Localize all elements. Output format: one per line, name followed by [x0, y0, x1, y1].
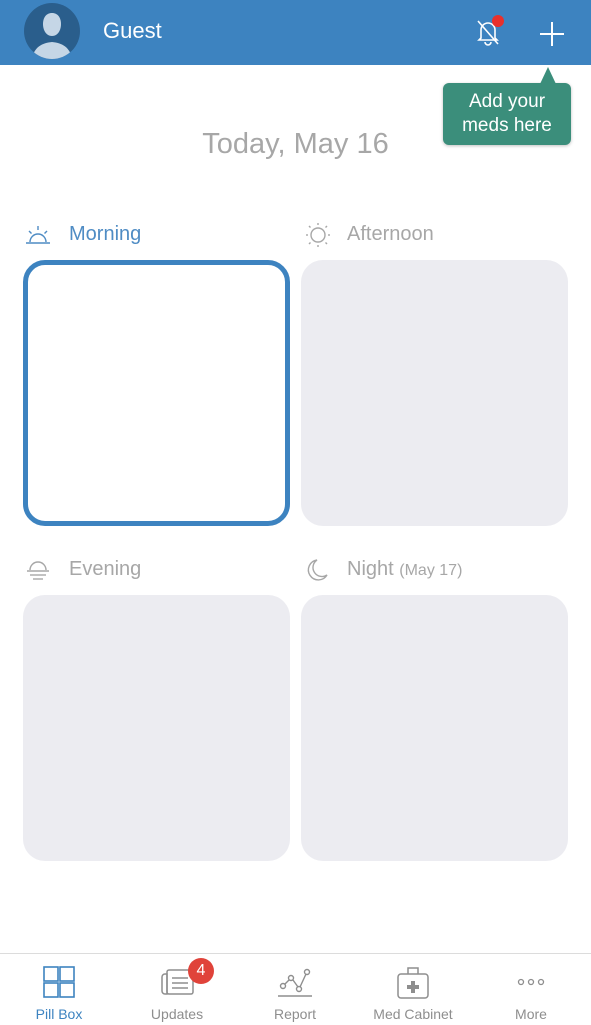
- night-label: Night: [347, 558, 394, 580]
- tab-more[interactable]: More: [472, 954, 590, 1025]
- tab-report[interactable]: Report: [236, 954, 354, 1025]
- tooltip-line1: Add your: [468, 91, 546, 112]
- tab-label: Report: [273, 1006, 317, 1022]
- tab-updates[interactable]: Updates: [118, 954, 236, 1025]
- moon-icon: [307, 559, 328, 581]
- notification-dot: [492, 15, 504, 27]
- sun-icon: [306, 223, 330, 247]
- tab-label: Med Cabinet: [373, 1006, 453, 1022]
- slot-night[interactable]: [301, 595, 568, 861]
- slot-morning[interactable]: [23, 260, 290, 526]
- tab-pill-box[interactable]: Pill Box: [0, 954, 118, 1025]
- slot-afternoon[interactable]: [301, 260, 568, 526]
- username: Guest: [103, 18, 162, 43]
- slot-evening[interactable]: [23, 595, 290, 861]
- page-title: Today, May 16: [202, 128, 389, 160]
- section-label-afternoon: Afternoon: [347, 223, 434, 245]
- night-date: (May 17): [399, 562, 463, 579]
- user-silhouette-icon: [32, 13, 72, 59]
- tab-label: More: [515, 1006, 547, 1022]
- section-label-morning: Morning: [69, 223, 142, 245]
- section-label-night: Night (May 17): [347, 558, 462, 581]
- chart-line-icon: [278, 968, 312, 997]
- tab-label: Updates: [150, 1006, 204, 1022]
- tab-med-cabinet[interactable]: Med Cabinet: [354, 954, 472, 1025]
- tab-bar: Pill Box Updates Report Med Cabinet More: [0, 953, 591, 1025]
- updates-badge: 4: [188, 958, 214, 984]
- app-header: Guest: [0, 0, 591, 65]
- plus-icon[interactable]: [536, 18, 568, 50]
- more-dots-icon: [517, 978, 545, 986]
- sunset-icon: [27, 561, 49, 580]
- sunrise-icon: [26, 226, 50, 244]
- medical-kit-icon: [397, 967, 429, 999]
- avatar[interactable]: [24, 3, 80, 59]
- tab-label: Pill Box: [35, 1006, 83, 1022]
- section-label-evening: Evening: [69, 558, 142, 580]
- grid-icon: [43, 966, 75, 998]
